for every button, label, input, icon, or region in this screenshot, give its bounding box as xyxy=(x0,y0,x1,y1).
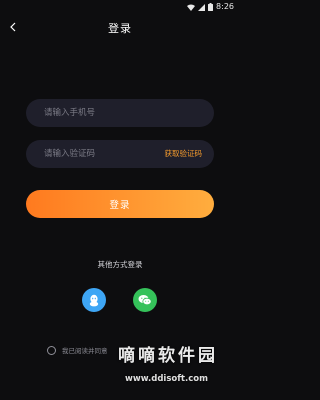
nav-bar: 登录 xyxy=(0,14,240,40)
wechat-login-button[interactable] xyxy=(133,288,157,312)
qq-login-button[interactable] xyxy=(82,288,106,312)
page-title: 登录 xyxy=(108,22,132,35)
login-button[interactable]: 登录 xyxy=(26,190,214,218)
get-code-button[interactable]: 获取验证码 xyxy=(165,140,203,168)
wifi-icon xyxy=(187,4,196,11)
watermark-url: www.ddisoft.com xyxy=(125,374,208,384)
phone-input[interactable] xyxy=(44,99,164,127)
qq-icon xyxy=(89,294,99,306)
other-login-label: 其他方式登录 xyxy=(97,260,143,269)
status-time: 8:26 xyxy=(216,2,234,11)
status-icons: 8:26 xyxy=(187,2,234,12)
battery-icon xyxy=(208,3,214,11)
code-input[interactable] xyxy=(44,140,164,168)
status-bar: 8:26 xyxy=(0,0,240,14)
watermark-text: 嘀嘀软件园 xyxy=(118,346,218,366)
agreement-row: 我已阅读并同意 xyxy=(47,345,108,355)
code-field[interactable]: 获取验证码 xyxy=(26,140,214,168)
agreement-text: 我已阅读并同意 xyxy=(62,347,108,355)
phone-field[interactable] xyxy=(26,99,214,127)
agreement-checkbox[interactable] xyxy=(47,345,56,355)
signal-icon xyxy=(198,3,206,11)
wechat-icon xyxy=(138,295,152,306)
